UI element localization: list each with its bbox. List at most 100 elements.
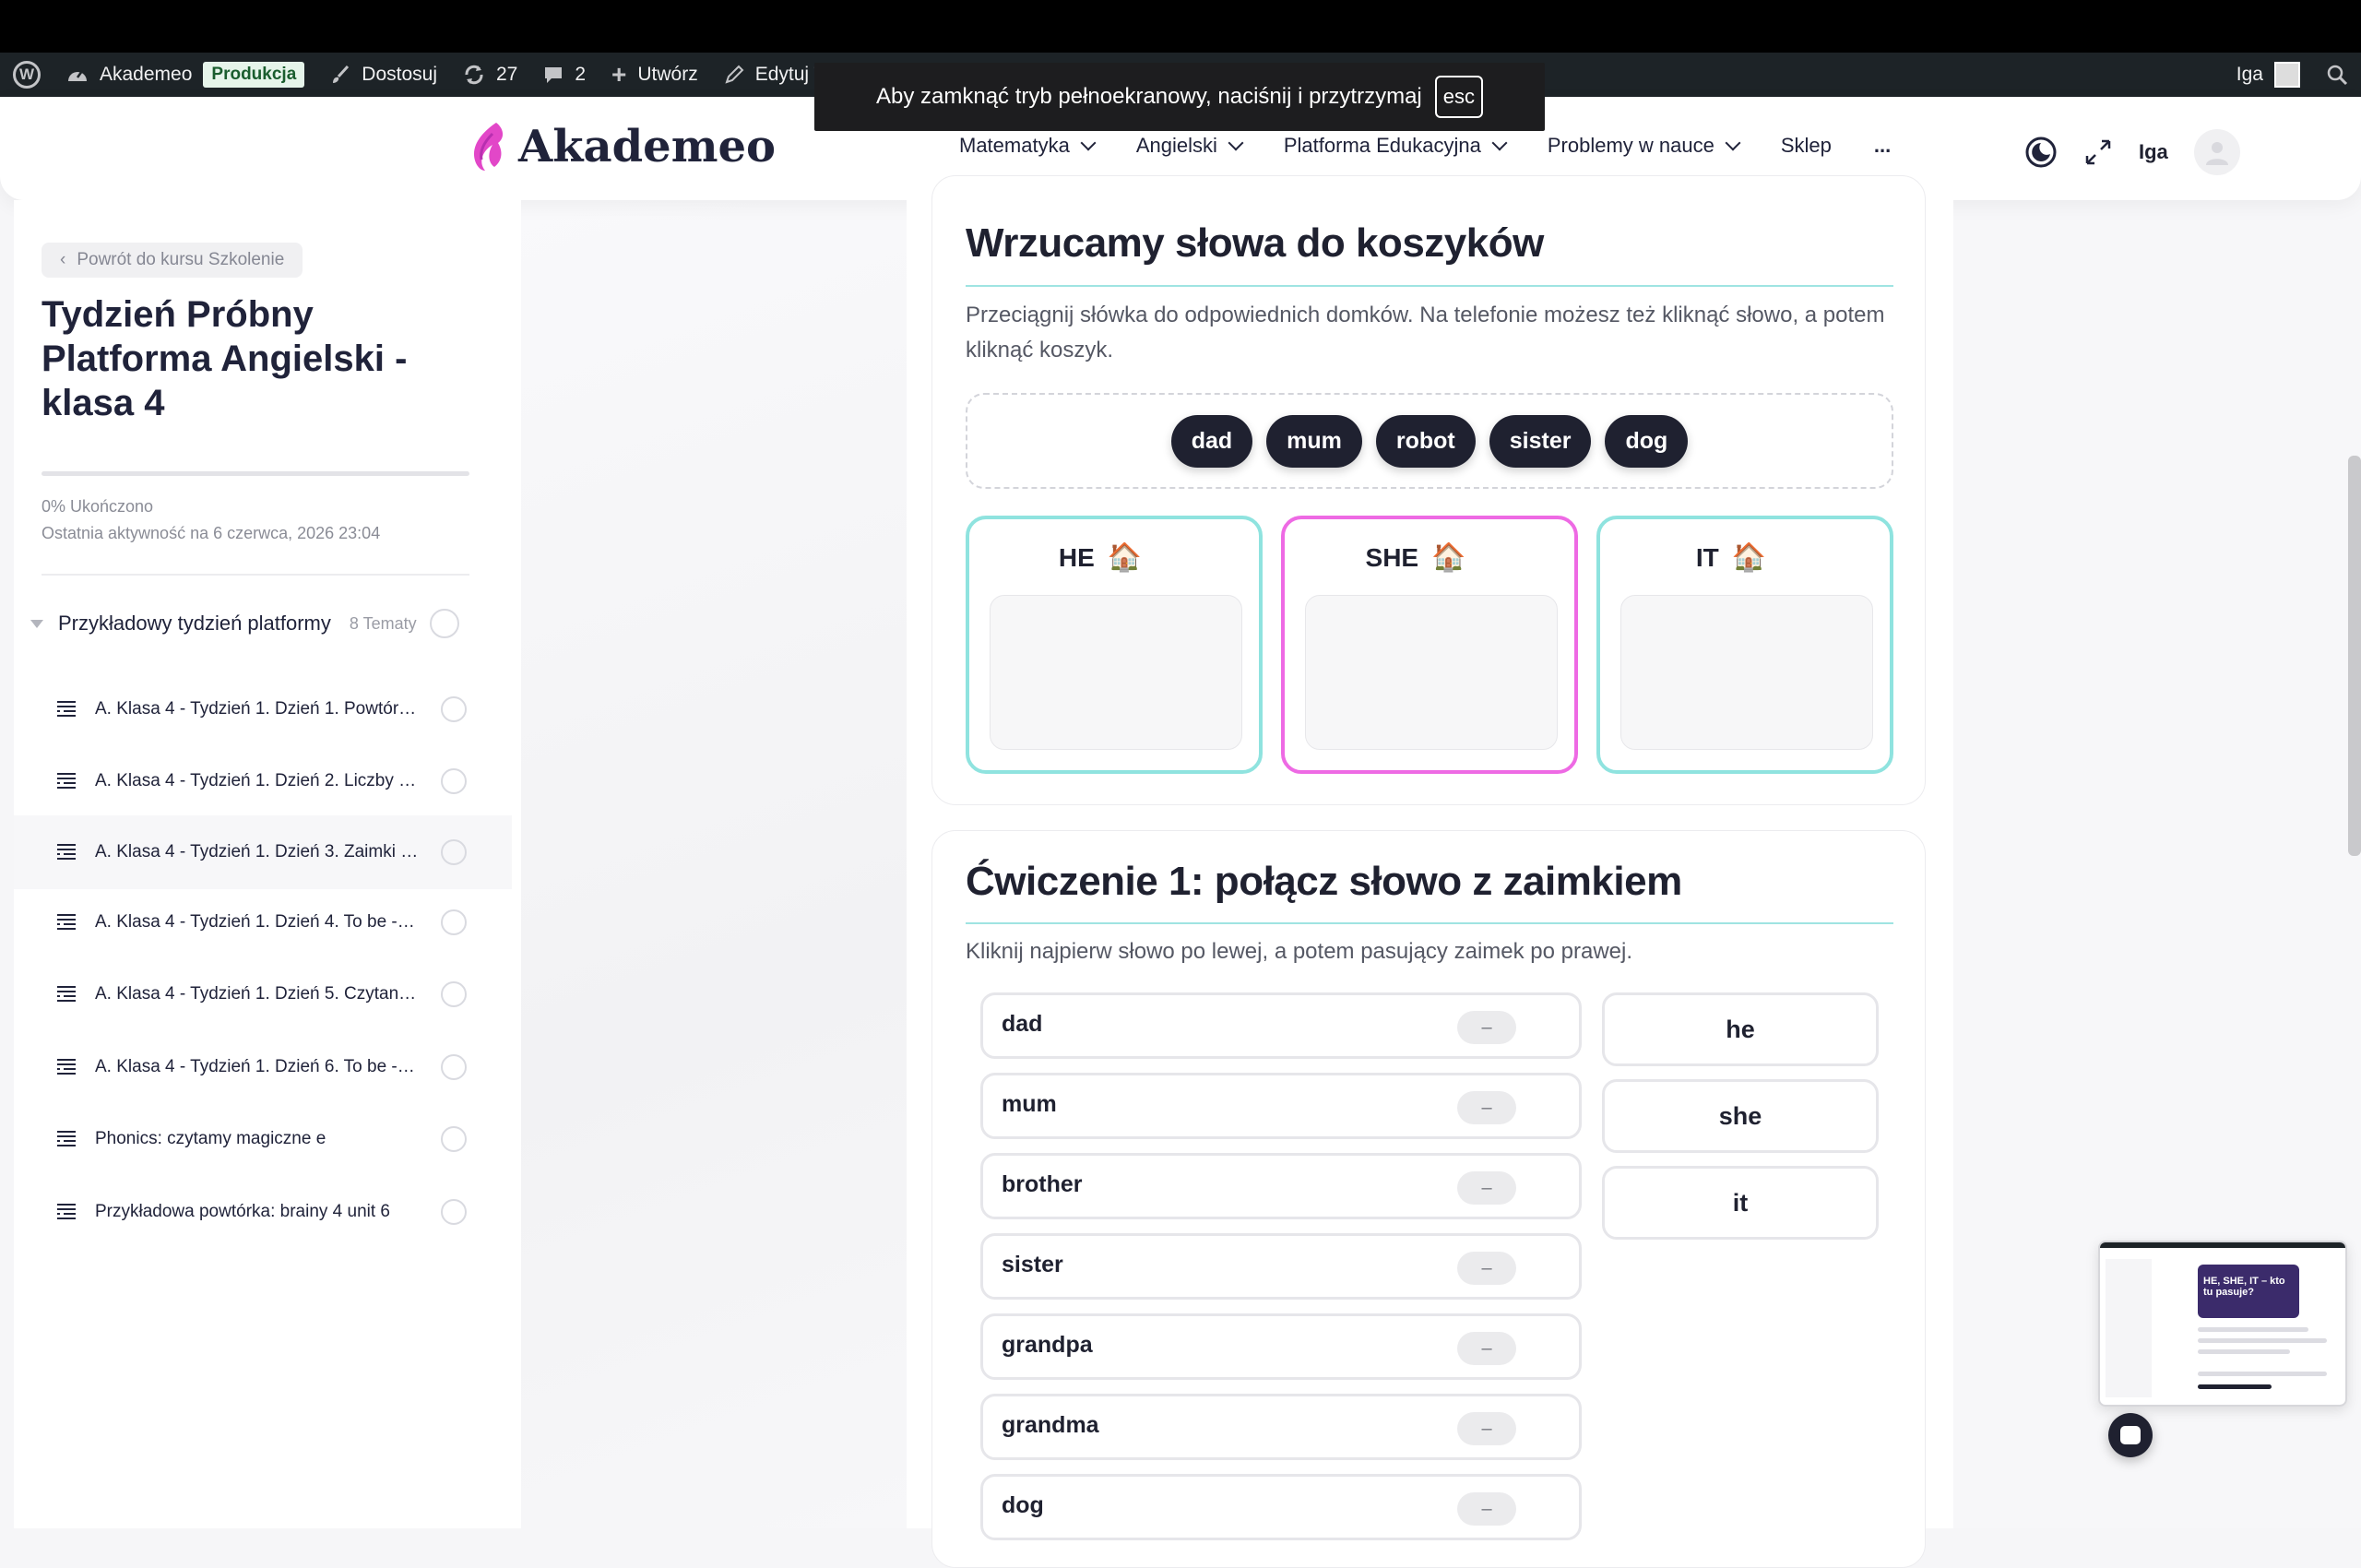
my-account-menu[interactable]: Iga	[2224, 53, 2313, 97]
thumb-line	[2198, 1349, 2290, 1354]
match-word: dad	[1002, 1011, 1043, 1037]
lesson-status-circle	[441, 1199, 467, 1225]
word-pool: dad mum robot sister dog	[966, 393, 1893, 489]
admin-user-name: Iga	[2236, 64, 2263, 85]
main-nav: Matematyka Angielski Platforma Edukacyjn…	[959, 134, 1891, 158]
updates-count: 27	[495, 64, 518, 85]
sidebar-divider	[42, 574, 469, 576]
lesson-item[interactable]: A. Klasa 4 - Tydzień 1. Dzień 4. To be -…	[14, 888, 512, 956]
dark-mode-icon[interactable]	[2024, 136, 2058, 169]
nav-label: Matematyka	[959, 134, 1070, 157]
lesson-item[interactable]: A. Klasa 4 - Tydzień 1. Dzień 1. Powtórk…	[14, 675, 512, 743]
nav-item-angielski[interactable]: Angielski	[1135, 134, 1244, 158]
header-user-name[interactable]: Iga	[2139, 140, 2168, 164]
pronoun-option[interactable]: it	[1602, 1166, 1879, 1240]
site-name-menu[interactable]: Akademeo Produkcja	[53, 53, 317, 97]
match-word-row[interactable]: brother –	[980, 1153, 1582, 1219]
lesson-status-circle	[441, 768, 467, 794]
admin-search[interactable]	[2313, 53, 2361, 97]
sort-activity-title: Wrzucamy słowa do koszyków	[966, 220, 1544, 266]
plus-icon: +	[611, 60, 627, 89]
basket-drop-zone[interactable]	[1620, 595, 1873, 750]
lesson-item-active[interactable]: A. Klasa 4 - Tydzień 1. Dzień 3. Zaimki …	[14, 815, 512, 889]
nav-item-sklep[interactable]: Sklep	[1781, 134, 1832, 158]
section-header[interactable]: Przykładowy tydzień platformy 8 Tematy	[30, 609, 492, 638]
word-chip[interactable]: sister	[1489, 414, 1592, 468]
match-slot: –	[1457, 1171, 1516, 1205]
match-exercise-description: Kliknij najpierw słowo po lewej, a potem…	[966, 939, 1633, 964]
match-word-row[interactable]: mum –	[980, 1073, 1582, 1139]
word-chip[interactable]: dog	[1605, 414, 1689, 468]
basket-label: SHE 🏠	[1285, 541, 1574, 574]
lesson-item[interactable]: A. Klasa 4 - Tydzień 1. Dzień 6. To be -…	[14, 1033, 512, 1101]
basket-name: IT	[1695, 542, 1719, 572]
lesson-item[interactable]: Phonics: czytamy magiczne e	[14, 1105, 512, 1173]
match-word-row[interactable]: dog –	[980, 1474, 1582, 1540]
lesson-label: A. Klasa 4 - Tydzień 1. Dzień 2. Liczby …	[95, 771, 420, 790]
wordpress-icon: W	[13, 61, 41, 89]
match-word-row[interactable]: dad –	[980, 992, 1582, 1059]
basket-drop-zone[interactable]	[990, 595, 1242, 750]
comments-count: 2	[575, 64, 587, 85]
fullscreen-icon[interactable]	[2083, 137, 2113, 167]
basket-drop-zone[interactable]	[1305, 595, 1558, 750]
customize-label: Dostosuj	[362, 64, 437, 85]
thumb-line	[2198, 1372, 2327, 1376]
toast-message: Aby zamknąć tryb pełnoekranowy, naciśnij…	[875, 84, 1422, 109]
match-word-row[interactable]: grandma –	[980, 1394, 1582, 1460]
floating-chat-button[interactable]	[2108, 1413, 2153, 1457]
title-underline	[966, 922, 1893, 924]
user-avatar[interactable]	[2193, 129, 2240, 175]
thumb-admin-bar	[2100, 1242, 2345, 1248]
nav-label: Platforma Edukacyjna	[1283, 134, 1481, 157]
esc-key-hint: esc	[1434, 76, 1484, 118]
match-slot: –	[1457, 1011, 1516, 1044]
match-word-row[interactable]: grandpa –	[980, 1313, 1582, 1380]
nav-item-matematyka[interactable]: Matematyka	[959, 134, 1097, 158]
nav-item-problemy[interactable]: Problemy w nauce	[1547, 134, 1741, 158]
browser-top-bar	[0, 0, 2361, 53]
basket-he[interactable]: HE 🏠	[966, 516, 1263, 774]
pronoun-option[interactable]: she	[1602, 1079, 1879, 1153]
lesson-label: A. Klasa 4 - Tydzień 1. Dzień 1. Powtórk…	[95, 699, 420, 719]
lesson-label: Przykładowa powtórka: brainy 4 unit 6	[95, 1202, 390, 1221]
lesson-status-circle	[441, 1126, 467, 1152]
dashboard-icon	[68, 70, 87, 81]
title-underline	[966, 285, 1893, 287]
more-icon: ...	[1873, 134, 1892, 157]
lesson-item[interactable]: A. Klasa 4 - Tydzień 1. Dzień 2. Liczby …	[14, 747, 512, 815]
collapse-triangle-icon	[30, 619, 43, 628]
nav-label: Problemy w nauce	[1547, 134, 1714, 157]
customize-link[interactable]: Dostosuj	[317, 53, 450, 97]
lesson-item[interactable]: A. Klasa 4 - Tydzień 1. Dzień 5. Czytani…	[14, 960, 512, 1028]
lesson-status-circle	[441, 696, 467, 722]
new-content-menu[interactable]: + Utwórz	[599, 53, 711, 97]
house-icon: 🏠	[1431, 542, 1466, 573]
sort-activity-card: Wrzucamy słowa do koszyków Przeciągnij s…	[931, 175, 1926, 805]
match-word-row[interactable]: sister –	[980, 1233, 1582, 1300]
page-preview-thumbnail[interactable]: HE, SHE, IT – kto tu pasuje?	[2098, 1241, 2347, 1407]
word-chip[interactable]: robot	[1375, 414, 1476, 468]
lesson-label: A. Klasa 4 - Tydzień 1. Dzień 6. To be -…	[95, 1057, 420, 1076]
basket-she[interactable]: SHE 🏠	[1281, 516, 1578, 774]
nav-item-platforma[interactable]: Platforma Edukacyjna	[1283, 134, 1508, 158]
updates-link[interactable]: 27	[450, 53, 530, 97]
match-slot: –	[1457, 1412, 1516, 1445]
page-scrollbar-thumb[interactable]	[2348, 456, 2361, 856]
lesson-item[interactable]: Przykładowa powtórka: brainy 4 unit 6	[14, 1178, 512, 1246]
wp-logo-menu[interactable]: W	[0, 53, 53, 97]
site-logo[interactable]: Akademeo	[469, 121, 776, 172]
lesson-text-icon	[57, 986, 76, 1002]
basket-label: HE 🏠	[969, 541, 1259, 574]
word-chip[interactable]: dad	[1170, 414, 1253, 468]
lesson-status-circle	[441, 981, 467, 1007]
nav-item-more[interactable]: ...	[1874, 134, 1891, 158]
basket-it[interactable]: IT 🏠	[1596, 516, 1893, 774]
pronoun-option[interactable]: he	[1602, 992, 1879, 1066]
site-name: Akademeo	[100, 64, 193, 85]
lesson-label: A. Klasa 4 - Tydzień 1. Dzień 5. Czytani…	[95, 984, 420, 1004]
word-chip[interactable]: mum	[1266, 414, 1362, 468]
comments-link[interactable]: 2	[530, 53, 599, 97]
back-to-course-link[interactable]: ‹ Powrót do kursu Szkolenie	[42, 243, 303, 278]
nav-label: Angielski	[1135, 134, 1217, 157]
